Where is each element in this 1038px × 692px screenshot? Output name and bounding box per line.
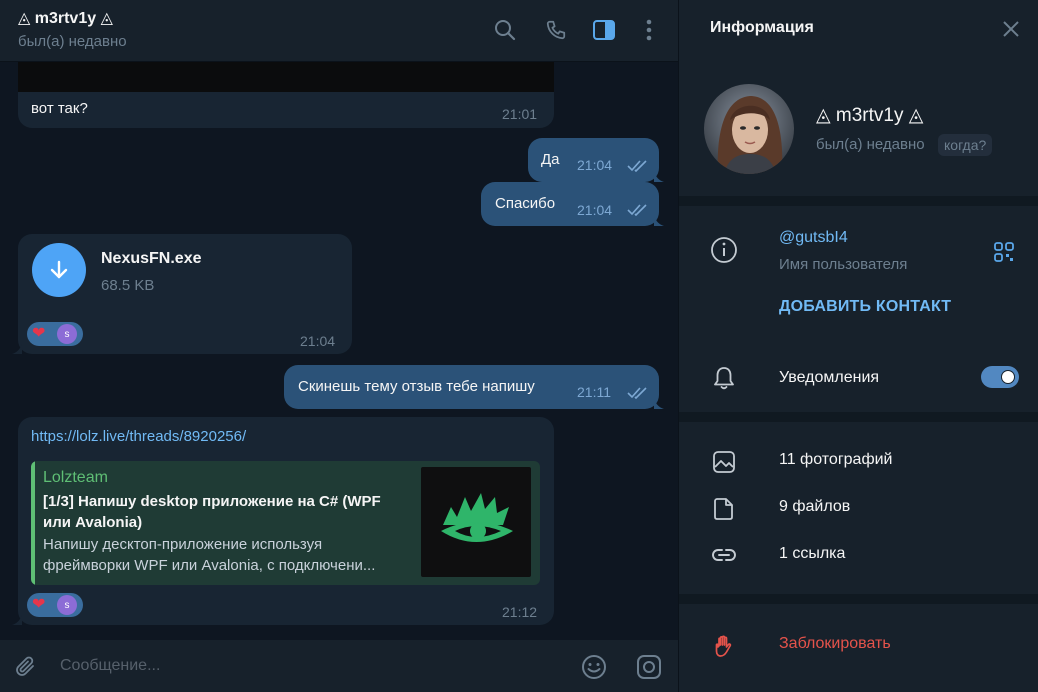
- camera-icon[interactable]: [635, 653, 663, 681]
- message-time: 21:04: [577, 157, 613, 173]
- more-icon[interactable]: [636, 17, 662, 43]
- download-button[interactable]: [32, 243, 86, 297]
- link-preview[interactable]: Lolzteam [1/3] Напишу desktop приложение…: [31, 461, 540, 585]
- message-input[interactable]: [60, 654, 540, 678]
- sidebar-toggle-icon[interactable]: [591, 17, 617, 43]
- message-text: Да: [541, 151, 560, 168]
- last-seen-when-button[interactable]: когда?: [938, 134, 993, 156]
- chat-panel: ◬ m3rtv1y ◬ был(а) недавно вот так? 21:0…: [0, 0, 678, 692]
- bell-icon: [710, 364, 738, 392]
- download-arrow-icon: [50, 260, 68, 279]
- profile-status: был(а) недавно: [816, 136, 925, 153]
- preview-desc-line: фреймворки WPF или Avalonia, с подключен…: [43, 557, 376, 574]
- read-check-icon: [627, 387, 647, 399]
- message-time: 21:04: [577, 202, 613, 218]
- section-divider: [679, 196, 1038, 206]
- phone-icon[interactable]: [543, 17, 569, 43]
- message-list[interactable]: вот так? 21:01 Да 21:04 Спасибо 21:04 Ne…: [0, 62, 678, 640]
- preview-accent-bar: [31, 461, 35, 585]
- message-link[interactable]: https://lolz.live/threads/8920256/: [31, 428, 246, 445]
- reaction-avatar: s: [57, 595, 77, 615]
- emoji-icon[interactable]: [580, 653, 608, 681]
- info-icon: [710, 236, 738, 264]
- search-icon[interactable]: [492, 17, 518, 43]
- bubble-tail: [12, 344, 22, 354]
- preview-title-line: [1/3] Напишу desktop приложение на C# (W…: [43, 493, 381, 510]
- read-check-icon: [627, 204, 647, 216]
- bubble-tail: [654, 399, 664, 409]
- heart-icon: ❤: [32, 596, 46, 613]
- add-contact-button[interactable]: ДОБАВИТЬ КОНТАКТ: [779, 298, 951, 316]
- media-links-link[interactable]: 1 ссылка: [779, 545, 845, 563]
- bubble-tail: [654, 172, 664, 182]
- toggle-knob: [999, 368, 1017, 386]
- notifications-toggle[interactable]: [981, 366, 1019, 388]
- lolzteam-eye-logo-icon: [441, 493, 513, 542]
- avatar[interactable]: [704, 84, 794, 174]
- message-composer: [0, 640, 678, 692]
- file-size: 68.5 KB: [101, 277, 155, 294]
- reaction-badge[interactable]: ❤ s: [27, 593, 83, 617]
- read-check-icon: [627, 160, 647, 172]
- message-time: 21:12: [502, 604, 538, 620]
- preview-title: [1/3] Напишу desktop приложение на C# (W…: [43, 491, 413, 533]
- info-title: Информация: [710, 19, 814, 36]
- bubble-tail: [12, 615, 22, 625]
- preview-site-name: Lolzteam: [43, 469, 108, 486]
- block-user-button[interactable]: Заблокировать: [779, 635, 891, 653]
- photo-icon: [710, 448, 738, 476]
- username-label: Имя пользователя: [779, 256, 908, 273]
- preview-desc-line: Напишу десктоп-приложение используя: [43, 536, 323, 553]
- chat-status: был(а) недавно: [18, 33, 127, 50]
- message-image-dark[interactable]: [18, 62, 554, 92]
- profile-name: ◬ m3rtv1y ◬: [816, 105, 924, 126]
- link-icon: [710, 541, 738, 569]
- media-files-link[interactable]: 9 файлов: [779, 498, 850, 516]
- file-icon: [710, 495, 738, 523]
- reaction-badge[interactable]: ❤ s: [27, 322, 83, 346]
- media-photos-link[interactable]: 11 фотографий: [779, 451, 892, 469]
- close-icon[interactable]: [999, 17, 1023, 41]
- block-hand-icon: [710, 632, 738, 660]
- message-time: 21:01: [502, 106, 538, 122]
- section-divider: [679, 594, 1038, 604]
- reaction-avatar: s: [57, 324, 77, 344]
- file-name[interactable]: NexusFN.exe: [101, 250, 202, 268]
- message-text: Скинешь тему отзыв тебе напишу: [298, 378, 535, 395]
- qr-code-icon[interactable]: [992, 240, 1016, 264]
- info-panel: Информация ◬ m3rtv1y ◬ был(а) недавно ко…: [678, 0, 1038, 692]
- chat-title[interactable]: ◬ m3rtv1y ◬: [18, 8, 113, 28]
- chat-header: ◬ m3rtv1y ◬ был(а) недавно: [0, 0, 678, 62]
- message-time: 21:11: [577, 384, 611, 400]
- message-text: Спасибо: [495, 195, 556, 212]
- preview-thumbnail: [421, 467, 531, 577]
- section-divider: [679, 412, 1038, 422]
- heart-icon: ❤: [32, 325, 46, 342]
- bubble-tail: [654, 216, 664, 226]
- preview-description: Напишу десктоп-приложение используя фрей…: [43, 534, 413, 576]
- notifications-label: Уведомления: [779, 369, 880, 386]
- preview-title-line: или Avalonia): [43, 514, 143, 531]
- attach-icon[interactable]: [12, 653, 40, 681]
- username-link[interactable]: @gutsbI4: [779, 229, 848, 247]
- message-text: вот так?: [31, 100, 88, 117]
- message-time: 21:04: [300, 333, 336, 349]
